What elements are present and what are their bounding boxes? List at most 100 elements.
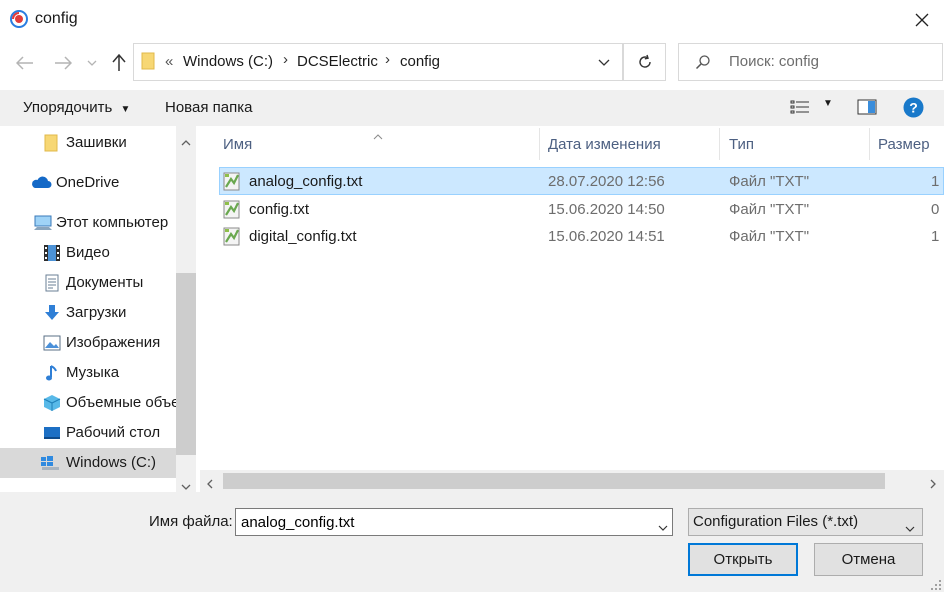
nav-item-onedrive[interactable]: OneDrive [0, 168, 176, 198]
folder-icon [44, 134, 62, 152]
refresh-icon [638, 54, 651, 68]
file-row-config[interactable]: config.txt 15.06.2020 14:50 Файл "TXT" 0 [219, 196, 944, 223]
3d-objects-icon [43, 394, 61, 412]
file-type: Файл "TXT" [729, 201, 810, 218]
nav-item-pictures[interactable]: Изображения [0, 328, 176, 358]
file-type: Файл "TXT" [729, 228, 810, 245]
file-row-analog-config[interactable]: analog_config.txt 28.07.2020 12:56 Файл … [219, 168, 944, 195]
chevron-down-icon [87, 60, 97, 66]
pictures-icon [43, 334, 61, 352]
help-button[interactable]: ? [903, 97, 924, 122]
filename-label: Имя файла: [149, 513, 233, 530]
column-header-name[interactable]: Имя [223, 136, 252, 153]
file-date: 28.07.2020 12:56 [548, 173, 665, 190]
chevron-down-icon [905, 519, 915, 536]
app-icon [10, 10, 28, 28]
details-view-icon [790, 100, 809, 114]
window-title: config [35, 10, 78, 27]
column-header-size[interactable]: Размер [878, 136, 930, 153]
help-icon: ? [903, 97, 924, 118]
scroll-right-icon[interactable] [930, 476, 936, 493]
filetype-select[interactable]: Configuration Files (*.txt) [688, 508, 923, 536]
resize-grip-icon[interactable] [930, 578, 942, 595]
drive-icon [40, 454, 60, 472]
address-history-button[interactable] [585, 43, 623, 81]
nav-item-downloads[interactable]: Загрузки [0, 298, 176, 328]
breadcrumb-config[interactable]: config [400, 53, 440, 70]
breadcrumb-overflow[interactable]: « [165, 53, 173, 70]
view-options-button[interactable] [790, 99, 810, 119]
nav-item-desktop[interactable]: Рабочий стол [0, 418, 176, 448]
video-icon [43, 244, 61, 262]
arrow-right-icon [55, 56, 72, 70]
scroll-left-icon[interactable] [207, 476, 213, 493]
computer-icon [33, 214, 53, 232]
nav-item-label: Этот компьютер [56, 214, 169, 231]
nav-item-3d-objects[interactable]: Объемные объекты [0, 388, 176, 418]
back-button[interactable] [12, 50, 38, 76]
preview-pane-icon [857, 99, 877, 115]
arrow-up-icon [112, 54, 126, 71]
column-divider[interactable] [869, 128, 870, 160]
column-header-type[interactable]: Тип [729, 136, 754, 153]
file-row-digital-config[interactable]: digital_config.txt 15.06.2020 14:51 Файл… [219, 223, 944, 250]
close-button[interactable] [900, 0, 944, 40]
cancel-button-label: Отмена [841, 551, 896, 568]
folder-icon [141, 52, 155, 74]
breadcrumb-windows-c[interactable]: Windows (C:) [183, 53, 273, 70]
filename-input[interactable] [235, 508, 673, 536]
file-name: config.txt [249, 201, 310, 218]
search-icon [695, 54, 711, 74]
nav-item-this-pc[interactable]: Этот компьютер [0, 208, 176, 238]
nav-item-label: Изображения [66, 334, 161, 351]
title-bar [0, 0, 944, 40]
column-divider[interactable] [719, 128, 720, 160]
music-icon [43, 364, 61, 382]
breadcrumb-separator: › [385, 51, 390, 68]
nav-item-windows-c[interactable]: Windows (C:) [0, 448, 176, 478]
organize-label: Упорядочить [23, 99, 113, 116]
nav-item-label: Музыка [66, 364, 120, 381]
caret-down-icon[interactable]: ▼ [823, 98, 833, 109]
documents-icon [43, 274, 61, 292]
cancel-button[interactable]: Отмена [814, 543, 923, 576]
preview-pane-button[interactable] [857, 99, 877, 119]
column-divider[interactable] [539, 128, 540, 160]
up-button[interactable] [106, 50, 132, 76]
chevron-down-icon [598, 59, 610, 66]
text-file-icon [223, 226, 241, 250]
nav-item-label: Зашивки [66, 134, 127, 151]
forward-button[interactable] [50, 50, 76, 76]
search-input[interactable]: Поиск: config [729, 53, 819, 70]
file-size: 1 [931, 173, 940, 190]
nav-item-documents[interactable]: Документы [0, 268, 176, 298]
organize-button[interactable]: Упорядочить ▼ [23, 99, 130, 116]
chevron-down-icon [658, 525, 668, 531]
new-folder-button[interactable]: Новая папка [165, 99, 252, 116]
nav-item-video[interactable]: Видео [0, 238, 176, 268]
refresh-button[interactable] [623, 43, 666, 81]
breadcrumb-dcselectric[interactable]: DCSElectric [297, 53, 378, 70]
breadcrumb-separator: › [283, 51, 288, 68]
open-button[interactable]: Открыть [688, 543, 798, 576]
nav-item-music[interactable]: Музыка [0, 358, 176, 388]
recent-locations-button[interactable] [82, 50, 102, 76]
nav-item-label: Windows (C:) [66, 454, 157, 471]
desktop-icon [43, 424, 61, 442]
text-file-icon [223, 171, 241, 195]
nav-item-label: Рабочий стол [66, 424, 161, 441]
svg-text:?: ? [909, 100, 918, 116]
nav-item-label: Объемные объекты [66, 394, 176, 411]
cloud-icon [30, 174, 52, 192]
nav-item-zashivki[interactable]: Зашивки [0, 128, 176, 158]
file-date: 15.06.2020 14:51 [548, 228, 665, 245]
column-header-date[interactable]: Дата изменения [548, 136, 661, 153]
download-icon [43, 304, 61, 322]
scroll-up-icon[interactable] [181, 133, 191, 150]
file-size: 1 [931, 228, 940, 245]
nav-item-label: Видео [66, 244, 110, 261]
filename-dropdown-button[interactable] [658, 518, 668, 535]
hscrollbar-thumb[interactable] [223, 473, 885, 489]
nav-scrollbar-thumb[interactable] [176, 273, 196, 455]
file-date: 15.06.2020 14:50 [548, 201, 665, 218]
